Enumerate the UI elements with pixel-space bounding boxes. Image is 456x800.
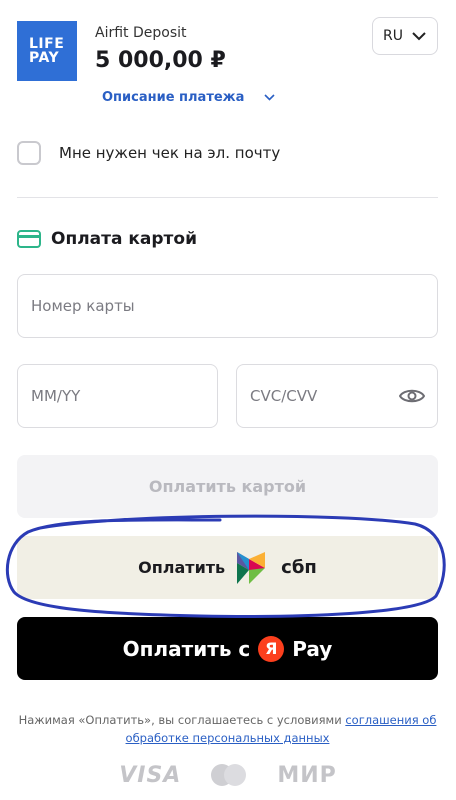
expiry-input[interactable]: MM/YY — [17, 364, 218, 428]
logo-line1: LIFE — [29, 36, 65, 52]
visa-logo: VISA — [119, 762, 182, 788]
description-link: Описание платежа — [102, 90, 245, 105]
card-section-label: Оплата картой — [51, 229, 197, 249]
terms-notice: Нажимая «Оплатить», вы соглашаетесь с ус… — [17, 711, 438, 747]
yandex-pay-button[interactable]: Оплатить с Я Pay — [17, 617, 438, 680]
cvc-input[interactable]: CVC/CVV — [236, 364, 438, 428]
language-select[interactable]: RU — [372, 17, 438, 55]
pay-by-card-button[interactable]: Оплатить картой — [17, 455, 438, 518]
language-value: RU — [383, 28, 403, 44]
mir-logo: МИР — [277, 762, 337, 788]
eye-icon[interactable] — [399, 387, 425, 405]
logo-line2: PAY — [29, 50, 60, 66]
terms-text: Нажимая «Оплатить», вы соглашаетесь с ус… — [18, 713, 346, 727]
mastercard-logo-icon — [211, 762, 247, 788]
payment-description-toggle[interactable]: Описание платежа — [102, 90, 275, 105]
email-receipt-option[interactable]: Мне нужен чек на эл. почту — [17, 141, 280, 165]
sbp-brand: сбп — [281, 557, 317, 578]
pay-sbp-label: Оплатить — [138, 558, 226, 577]
receipt-label: Мне нужен чек на эл. почту — [59, 144, 281, 162]
yandex-pay-brand: Pay — [292, 636, 333, 661]
card-section-title: Оплата картой — [17, 229, 197, 249]
divider — [17, 197, 438, 198]
payment-amount: 5 000,00 ₽ — [95, 48, 226, 73]
expiry-placeholder: MM/YY — [31, 387, 81, 405]
card-number-input[interactable]: Номер карты — [17, 274, 438, 338]
payment-page: LIFE PAY Airfit Deposit 5 000,00 ₽ RU Оп… — [0, 0, 456, 800]
yandex-pay-label: Оплатить с — [122, 636, 251, 661]
pay-by-card-label: Оплатить картой — [148, 477, 307, 496]
chevron-down-icon — [264, 94, 275, 101]
credit-card-icon — [17, 230, 41, 248]
cvc-placeholder: CVC/CVV — [250, 387, 318, 405]
payment-brands: VISA МИР — [0, 762, 456, 788]
pay-sbp-button[interactable]: Оплатить сбп — [17, 536, 438, 599]
sbp-logo-icon — [237, 551, 266, 584]
yandex-logo-icon: Я — [258, 635, 285, 662]
receipt-checkbox[interactable] — [17, 141, 41, 165]
chevron-down-icon — [412, 32, 426, 41]
card-number-placeholder: Номер карты — [31, 297, 135, 315]
merchant-name: Airfit Deposit — [95, 25, 187, 41]
lifepay-logo: LIFE PAY — [17, 21, 77, 81]
